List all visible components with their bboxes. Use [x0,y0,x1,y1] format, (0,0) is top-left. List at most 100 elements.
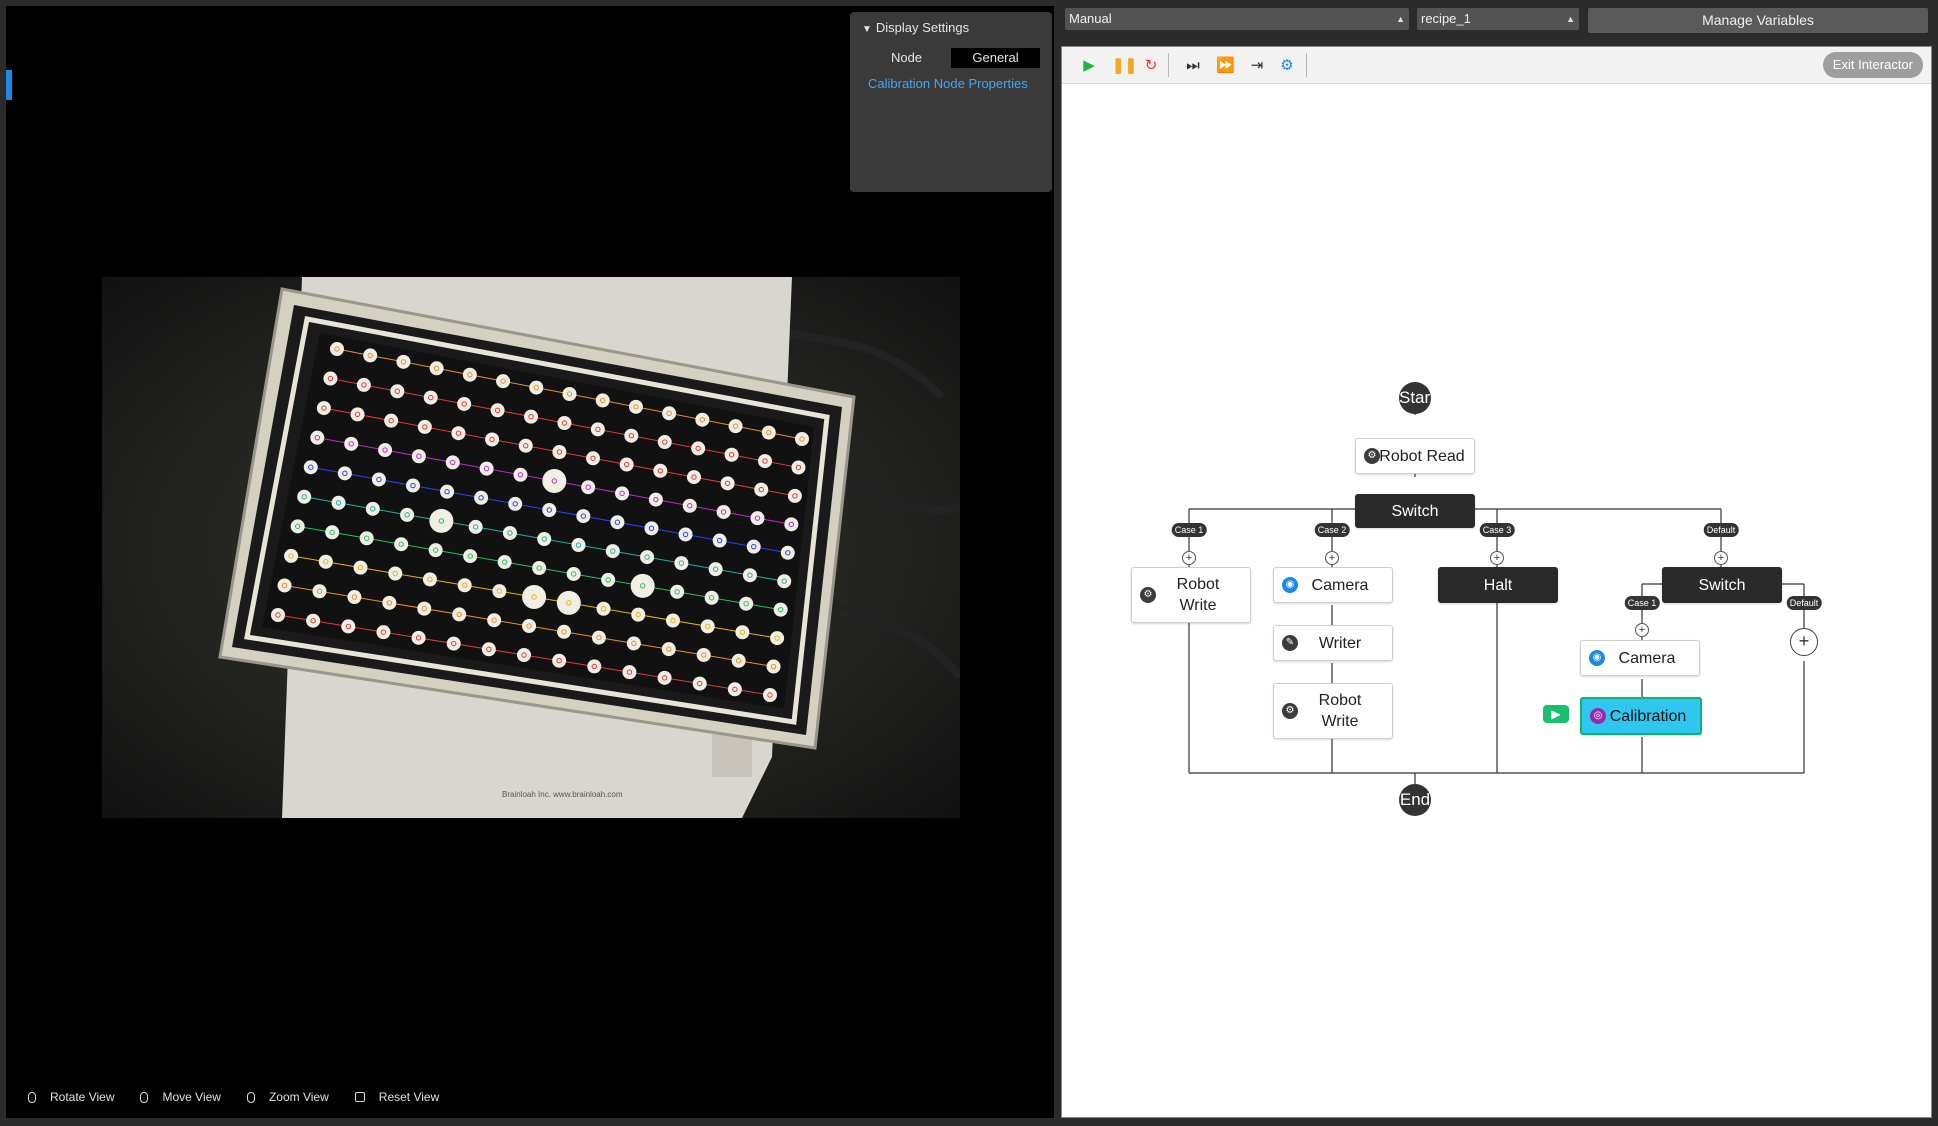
calibration-dot [451,426,466,441]
robot-write-node-2[interactable]: ⚙ Robot Write [1273,683,1393,739]
calibration-dot [312,584,327,599]
calibration-dot [615,486,630,501]
calibration-dot [571,538,586,553]
calibration-dot [518,438,533,453]
pause-icon[interactable]: ❚❚ [1112,57,1137,75]
add-node-plus-icon[interactable]: + [1325,551,1339,565]
calibration-dot [670,584,685,599]
halt-node[interactable]: Halt [1438,567,1558,603]
calibration-dot [422,572,437,587]
toolbar-separator [1168,53,1169,77]
calibration-dot [417,601,432,616]
calibration-dot [773,602,788,617]
calibration-dot [284,548,299,563]
calibration-dot [761,425,776,440]
debug-robot-icon[interactable]: ⚙ [1278,57,1296,75]
robot-write-node-1[interactable]: ⚙ Robot Write [1131,567,1251,623]
recipe-select[interactable]: recipe_1 ▲ [1417,8,1579,30]
switch-node-2[interactable]: Switch [1662,567,1782,603]
calibration-dot [429,361,444,376]
calibration-dot [661,642,676,657]
calibration-dot [481,642,496,657]
add-node-plus-icon[interactable]: + [1490,551,1504,565]
select-arrows-icon: ▲ [1396,14,1405,24]
panel-splitter[interactable] [1054,6,1060,1118]
tab-general[interactable]: General [951,48,1040,68]
add-node-plus-icon[interactable]: + [1714,551,1728,565]
calibration-dot [657,435,672,450]
calibration-dot [682,498,697,513]
calibration-dot [306,613,321,628]
calibration-dot [371,472,386,487]
svg-text:Brainloah Inc. www.brainloah.c: Brainloah Inc. www.brainloah.com [502,790,623,799]
calibration-dot [590,422,605,437]
writer-node[interactable]: ✎ Writer [1273,625,1393,661]
calibration-dot [556,624,571,639]
calibration-node-properties-link[interactable]: Calibration Node Properties [868,74,1038,93]
robot-read-node[interactable]: ⚙ Robot Read [1355,438,1475,474]
start-node[interactable]: Start [1399,382,1431,414]
calibration-dot [601,572,616,587]
calibration-dot [586,451,601,466]
writer-icon: ✎ [1282,635,1298,651]
display-settings-tabs: Node General [862,48,1040,68]
calibration-dot [440,484,455,499]
tab-node[interactable]: Node [862,48,951,68]
add-node-plus-icon[interactable]: + [1635,623,1649,637]
flow-canvas[interactable]: Start ⚙ Robot Read Switch Case 1 Case 2 … [1062,83,1931,1117]
calibration-dot [784,517,799,532]
run-toolbar: ▶ ❚❚ ↻ ⏭ ⏩ ⇥ ⚙ Exit Interactor [1062,47,1931,84]
calibration-dot [581,480,596,495]
calibration-dot [787,488,802,503]
robot-write-label: Robot Write [1176,576,1220,614]
calibration-dot [452,607,467,622]
calibration-dot [445,455,460,470]
calibration-dot [542,469,567,493]
camera-node-1[interactable]: ◉ Camera [1273,567,1393,603]
calibration-dot [758,454,773,469]
calibration-dot [695,412,710,427]
add-node-plus-icon[interactable]: + [1790,628,1818,656]
calibration-dot [323,371,338,386]
calibration-dot [648,492,663,507]
move-view-label: Move View [162,1090,221,1104]
step-icon[interactable]: ⏭ [1184,57,1202,75]
end-node[interactable]: End [1399,784,1431,816]
mode-select[interactable]: Manual ▲ [1065,8,1409,30]
calibration-dot [522,585,547,609]
toolbar-separator [1306,53,1307,77]
fast-forward-icon[interactable]: ⏩ [1216,57,1235,75]
calibration-dot [411,630,426,645]
calibration-dot [325,525,340,540]
restart-icon[interactable]: ↻ [1142,57,1160,75]
mouse-left-icon [28,1091,36,1103]
3d-viewer[interactable]: Brainloah Inc. www.brainloah.com ▼ Displa… [6,6,1054,1118]
play-icon[interactable]: ▶ [1080,57,1098,75]
calibration-dot [356,377,371,392]
calibration-dot [605,544,620,559]
exit-interactor-button[interactable]: Exit Interactor [1822,52,1923,78]
camera-node-2[interactable]: ◉ Camera [1580,640,1700,676]
rotate-view-hint: Rotate View [28,1090,114,1104]
step-into-icon[interactable]: ⇥ [1248,57,1266,75]
add-node-plus-icon[interactable]: + [1182,551,1196,565]
calibration-dot [610,515,625,530]
mouse-right-icon [140,1091,149,1103]
calibration-dot [462,367,477,382]
calibration-dot [724,447,739,462]
calibration-dot [405,478,420,493]
calibration-dot [731,653,746,668]
calibration-dot [742,568,757,583]
calibration-dot [562,387,577,401]
calibration-label: Calibration [1609,707,1687,725]
calibration-node[interactable]: ◎ Calibration [1580,697,1702,735]
case-badge: Case 3 [1479,523,1515,537]
manage-variables-button[interactable]: Manage Variables [1588,8,1928,33]
calibration-dot [696,647,711,662]
calibration-dot [628,399,643,414]
display-settings-header[interactable]: ▼ Display Settings [862,20,969,35]
switch-node[interactable]: Switch [1355,494,1475,528]
calibration-dot [331,495,346,510]
robot-read-label: Robot Read [1379,447,1465,465]
calibration-dot [359,531,374,546]
